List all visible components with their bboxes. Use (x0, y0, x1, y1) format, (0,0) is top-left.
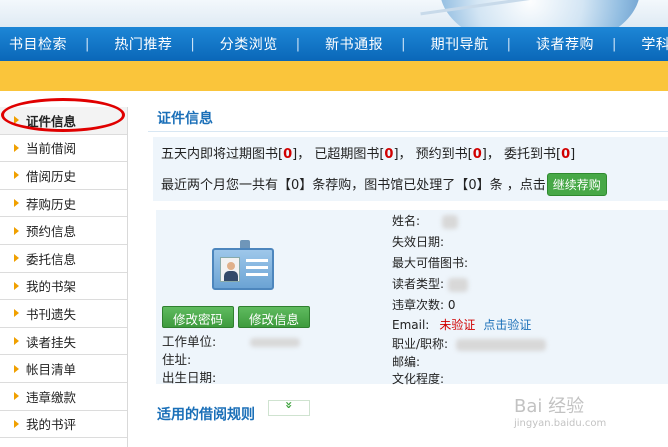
sidebar-item-label: 读者挂失 (26, 334, 77, 350)
triangle-right-icon (14, 281, 19, 290)
sidebar-item-label: 我的书架 (26, 279, 77, 295)
sidebar-item-label: 我的书评 (26, 417, 77, 433)
nav-item-journals[interactable]: 期刊导航 (422, 34, 489, 54)
sidebar-item-label: 帐目清单 (26, 362, 77, 378)
violation-count-field: 违章次数: 0 (392, 298, 456, 312)
highlight-oval (1, 98, 125, 132)
sidebar-item-account-list[interactable]: 帐目清单 (0, 355, 127, 383)
continue-recommend-button[interactable]: 继续荐购 (546, 173, 607, 196)
triangle-right-icon (14, 199, 19, 208)
violation-count-value: 0 (447, 298, 456, 312)
address-label: 住址: (162, 352, 192, 367)
sidebar-item-label: 违章缴款 (26, 389, 77, 405)
top-nav: 书目检索 | 热门推荐 | 分类浏览 | 新书通报 | 期刊导航 | 读者荐购 … (0, 27, 668, 61)
sidebar-item-report-loss[interactable]: 读者挂失 (0, 327, 127, 356)
edit-info-button[interactable]: 修改信息 (238, 306, 311, 328)
nav-item-reader-recommend[interactable]: 读者荐购 (527, 34, 594, 54)
sidebar-item-reservations[interactable]: 预约信息 (0, 217, 127, 245)
triangle-right-icon (14, 226, 19, 235)
education-field: 文化程度: (392, 372, 445, 386)
expiry-date-field: 失效日期: (392, 235, 445, 249)
nav-separator: | (295, 36, 301, 52)
sidebar-item-label: 书刊遗失 (26, 306, 77, 322)
id-card-icon (212, 240, 274, 292)
due-soon-count: 0 (283, 147, 293, 162)
sidebar-item-my-reviews[interactable]: 我的书评 (0, 410, 127, 439)
reader-type-field: 读者类型: (392, 275, 468, 292)
nav-item-category-browse[interactable]: 分类浏览 (211, 34, 278, 54)
sidebar-item-label: 荐购历史 (26, 196, 77, 212)
triangle-right-icon (14, 143, 19, 152)
email-status: 未验证 (439, 318, 476, 332)
sidebar-item-delegations[interactable]: 委托信息 (0, 244, 127, 273)
max-borrow-field: 最大可借图书: (392, 256, 469, 270)
sidebar-item-fine-payment[interactable]: 违章缴款 (0, 382, 127, 411)
sidebar: 证件信息 当前借阅 借阅历史 荐购历史 预约信息 委托信息 我的书架 书刊遗失 … (0, 107, 128, 447)
sidebar-item-recommend-history[interactable]: 荐购历史 (0, 189, 127, 218)
triangle-right-icon (14, 254, 19, 263)
processed-count: 0 (468, 178, 477, 193)
lending-rules-title: 适用的借阅规则 (157, 407, 255, 423)
triangle-right-icon (14, 171, 19, 180)
nav-item-popular[interactable]: 热门推荐 (105, 34, 172, 54)
sidebar-item-my-shelf[interactable]: 我的书架 (0, 272, 127, 301)
expand-rules-toggle[interactable]: » (268, 400, 310, 416)
sub-header-strip (0, 61, 668, 91)
triangle-right-icon (14, 337, 19, 346)
divider (148, 131, 668, 132)
globe-graphic (440, 0, 640, 27)
header-banner (0, 0, 668, 27)
nav-item-catalog-search[interactable]: 书目检索 (0, 34, 67, 54)
due-summary-line: 五天内即将过期图书[0]， 已超期图书[0]， 预约到书[0]， 委托到书[0] (161, 147, 576, 162)
nav-item-subject-reference[interactable]: 学科参考 (632, 34, 668, 54)
name-field: 姓名: (392, 212, 458, 229)
sidebar-item-lost-books[interactable]: 书刊遗失 (0, 300, 127, 328)
sidebar-item-label: 委托信息 (26, 251, 77, 267)
triangle-right-icon (14, 392, 19, 401)
email-field: Email: 未验证 点击验证 (392, 318, 532, 332)
postcode-field: 邮编: (392, 355, 421, 369)
change-password-button[interactable]: 修改密码 (162, 306, 235, 328)
notice-box: 五天内即将过期图书[0]， 已超期图书[0]， 预约到书[0]， 委托到书[0]… (153, 137, 668, 201)
birth-date-label: 出生日期: (162, 370, 217, 385)
work-unit-label: 工作单位: (162, 331, 301, 350)
triangle-right-icon (14, 419, 19, 428)
sidebar-item-label: 借阅历史 (26, 168, 77, 184)
reserved-arrived-count: 0 (472, 147, 482, 162)
sidebar-item-loan-history[interactable]: 借阅历史 (0, 162, 127, 190)
sidebar-item-current-loans[interactable]: 当前借阅 (0, 134, 127, 163)
recommend-summary-line: 最近两个月您一共有【0】条荐购，图书馆已处理了【0】条 ，点击 继续荐购 (161, 173, 607, 196)
occupation-field: 职业/职称: (392, 335, 546, 352)
nav-separator: | (401, 36, 406, 52)
verify-email-link[interactable]: 点击验证 (483, 318, 531, 332)
delegated-arrived-count: 0 (561, 147, 571, 162)
nav-item-new-books[interactable]: 新书通报 (316, 34, 383, 54)
triangle-right-icon (14, 309, 19, 318)
nav-separator: | (85, 36, 90, 52)
double-chevron-down-icon: » (281, 401, 296, 409)
nav-separator: | (611, 36, 617, 52)
nav-separator: | (190, 36, 195, 52)
page-title: 证件信息 (157, 111, 213, 127)
nav-separator: | (506, 36, 511, 52)
sidebar-item-label: 预约信息 (26, 224, 77, 240)
triangle-right-icon (14, 364, 19, 373)
sidebar-item-label: 当前借阅 (26, 141, 77, 157)
watermark: Bai 经验 jingyan.baidu.com (514, 396, 607, 429)
